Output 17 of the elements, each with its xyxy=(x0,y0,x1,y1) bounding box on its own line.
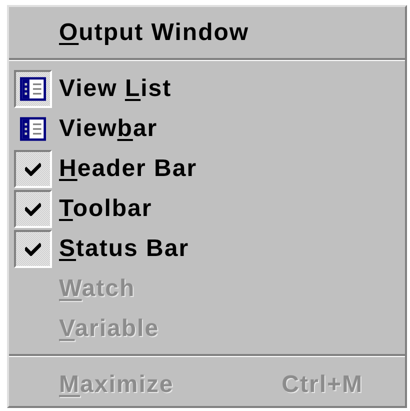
menu-label: Output Window xyxy=(59,19,250,47)
menu-item[interactable]: Status Bar xyxy=(9,229,405,269)
menu-label: View List xyxy=(59,75,172,103)
menu-label: Viewbar xyxy=(59,115,158,143)
menu-item[interactable]: Output Window xyxy=(9,13,405,53)
menu-item[interactable]: Viewbar xyxy=(9,109,405,149)
menu-item[interactable]: Toolbar xyxy=(9,189,405,229)
menu-item[interactable]: View List xyxy=(9,69,405,109)
menu-item[interactable]: Header Bar xyxy=(9,149,405,189)
menu-label: Header Bar xyxy=(59,155,198,183)
menu-label: Status Bar xyxy=(59,235,190,263)
list-view-icon xyxy=(20,117,46,141)
check-mark-icon xyxy=(25,202,41,216)
check-mark-icon xyxy=(25,242,41,256)
menu-label: Toolbar xyxy=(59,195,152,223)
list-view-icon xyxy=(20,77,46,101)
check-mark-icon xyxy=(25,162,41,176)
